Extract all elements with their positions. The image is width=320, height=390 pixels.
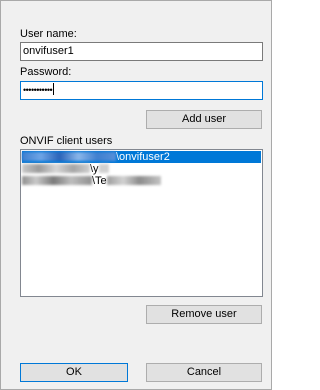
list-item-user[interactable]: \y — [22, 163, 109, 175]
username-label: User name: — [20, 28, 77, 40]
redacted-domain — [22, 176, 92, 185]
list-item-text: \y — [90, 163, 99, 175]
username-value: onvifuser1 — [23, 45, 74, 57]
redacted-name — [98, 164, 109, 173]
list-item-user-selected[interactable]: \onvifuser2 — [22, 151, 261, 163]
ok-button[interactable]: OK — [20, 363, 128, 382]
onvif-users-dialog: User name: onvifuser1 Password: ••••••••… — [0, 0, 272, 390]
list-item-text: \onvifuser2 — [116, 151, 170, 163]
password-input[interactable]: ••••••••••• — [20, 81, 263, 100]
list-item-text: \Te — [92, 175, 107, 187]
users-list-label: ONVIF client users — [20, 135, 113, 147]
password-label: Password: — [20, 66, 72, 78]
remove-user-button[interactable]: Remove user — [146, 305, 262, 324]
add-user-button[interactable]: Add user — [146, 110, 262, 129]
redacted-domain — [22, 152, 116, 161]
redacted-domain — [22, 164, 90, 173]
text-caret — [53, 83, 55, 95]
list-item-user[interactable]: \Te — [22, 175, 161, 187]
username-input[interactable]: onvifuser1 — [20, 42, 263, 61]
password-value: ••••••••••• — [23, 85, 53, 95]
users-listbox[interactable]: \onvifuser2 \y \Te — [20, 149, 263, 297]
redacted-name — [106, 176, 161, 185]
cancel-button[interactable]: Cancel — [146, 363, 262, 382]
